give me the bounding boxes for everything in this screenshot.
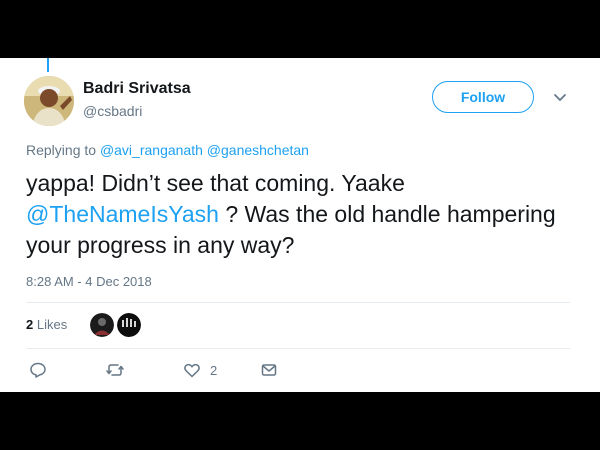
replying-to: Replying to @avi_ranganath @ganeshchetan: [26, 142, 309, 158]
tweet-mention[interactable]: @TheNameIsYash: [26, 201, 219, 227]
likes-count: 2: [26, 317, 34, 332]
liker-avatar[interactable]: [90, 313, 114, 337]
retweet-icon[interactable]: [106, 361, 124, 379]
tweet-timestamp[interactable]: 8:28 AM - 4 Dec 2018: [26, 274, 152, 289]
likes-label: Likes: [36, 317, 68, 332]
chevron-down-icon[interactable]: [551, 88, 569, 106]
tweet-text-part: yappa! Didn’t see that coming. Yaake: [26, 170, 405, 196]
author-handle[interactable]: @csbadri: [83, 103, 142, 119]
likes-summary[interactable]: 2 Likes: [26, 317, 67, 332]
avatar[interactable]: [24, 76, 74, 126]
tweet-card: Badri Srivatsa @csbadri Follow Replying …: [0, 58, 600, 392]
divider: [26, 302, 570, 303]
reply-mention[interactable]: @ganeshchetan: [207, 142, 309, 158]
reply-icon[interactable]: [29, 361, 47, 379]
liker-avatar[interactable]: [117, 313, 141, 337]
thread-connector: [47, 58, 49, 72]
author-name[interactable]: Badri Srivatsa: [83, 80, 191, 98]
replying-to-label: Replying to: [26, 142, 97, 158]
follow-button[interactable]: Follow: [432, 81, 534, 113]
like-count: 2: [210, 363, 218, 378]
envelope-icon[interactable]: [260, 361, 278, 379]
reply-mention[interactable]: @avi_ranganath: [100, 142, 203, 158]
tweet-text: yappa! Didn’t see that coming. Yaake @The…: [26, 168, 571, 261]
divider: [26, 348, 570, 349]
heart-icon[interactable]: [183, 361, 201, 379]
